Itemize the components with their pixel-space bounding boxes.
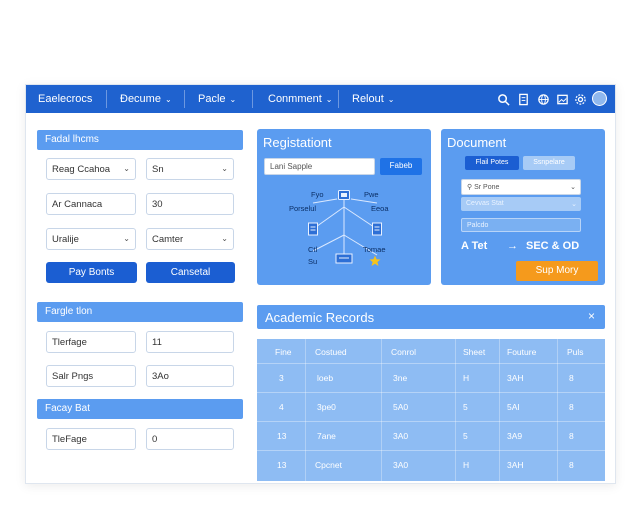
table-cell: 3A0 [393,460,409,470]
document-title: Document [447,135,507,150]
folder-icon [335,251,353,269]
diagram-label: Pwe [364,190,379,199]
nav-item-home[interactable]: Eaelecrocs [38,93,92,105]
computer-icon [337,189,351,208]
table-cell: 8 [569,402,574,412]
text-field[interactable]: Ar Cannaca [46,193,136,215]
chevron-down-icon: ⌄ [221,164,228,173]
chevron-down-icon: ⌄ [123,234,130,243]
table-cell: 7ane [317,431,336,441]
document-card: Document Flail Potes Ssnpelare ⚲ Sr Pone… [441,129,605,285]
nav-item-documents[interactable]: Ðecume ⌄ [120,93,172,105]
doc-select-field[interactable]: ⚲ Sr Pone ⌄ [461,179,581,195]
diagram-label: Eeoa [371,204,389,213]
table-cell: 3 [279,373,284,383]
table-cell: 5A0 [393,402,409,412]
tab-document-2[interactable]: Ssnpelare [523,156,575,170]
chevron-down-icon: ⌄ [570,184,576,191]
table-cell: Cpcnet [315,460,342,470]
table-cell: 4 [279,402,284,412]
column-header[interactable]: Sheet [463,347,485,357]
text-field[interactable]: 0 [146,428,234,450]
registration-card: Registationt Lani Sapple Fabeb Fyo Pwe P… [257,129,431,285]
text-field[interactable]: 11 [146,331,234,353]
table-cell: 5 [463,431,468,441]
chevron-down-icon: ⌄ [123,164,130,173]
records-table: Fine Costued Conrol Sheet Fouture Puls 3… [257,339,605,481]
app-window: Eaelecrocs Ðecume ⌄ Pacle ⌄ Conmment ⌄ Relo… [25,84,616,484]
column-header[interactable]: Costued [315,347,347,357]
select-field[interactable]: Uralije ⌄ [46,228,136,250]
table-cell: 5AI [507,402,520,412]
gear-icon[interactable] [573,92,587,106]
table-cell: 3A0 [393,431,409,441]
column-header[interactable]: Fine [275,347,292,357]
signup-button[interactable]: Sup Mory [516,261,598,281]
total-label: A Tet [461,240,488,252]
column-header[interactable]: Conrol [391,347,416,357]
document-icon [371,222,383,241]
column-header[interactable]: Fouture [507,347,536,357]
doc-option-row[interactable]: Cevvas Stat ⌄ [461,197,581,211]
star-icon [369,254,381,272]
text-field[interactable]: Salr Pngs [46,365,136,387]
nav-item-pages[interactable]: Pacle ⌄ [198,93,236,105]
pay-button[interactable]: Pay Bonts [46,262,137,283]
table-cell: 3pe0 [317,402,336,412]
section-header-2: Fargle tlon [37,302,243,322]
total-value: SEC & OD [526,240,580,252]
diagram-label: Porselul [289,204,317,213]
text-field[interactable]: 30 [146,193,234,215]
text-field[interactable]: Tlerfage [46,331,136,353]
table-cell: H [463,460,470,470]
records-title: Academic Records [265,310,375,325]
chevron-down-icon: ⌄ [571,201,577,208]
text-field[interactable]: TleFage [46,428,136,450]
document-icon [307,222,319,241]
table-cell: 5 [463,402,468,412]
table-cell: 13 [277,431,287,441]
text-field[interactable]: 3Ao [146,365,234,387]
section-header-1: Fadal lhcms [37,130,243,150]
table-cell: 8 [569,431,574,441]
diagram-label: Su [308,257,318,266]
column-header[interactable]: Puls [567,347,584,357]
table-cell: 8 [569,373,574,383]
tab-document-1[interactable]: Flail Potes [465,156,519,170]
chevron-down-icon: ⌄ [221,234,228,243]
table-cell: loeb [317,373,334,383]
chevron-down-icon: ⌄ [387,95,395,104]
table-cell: 3A9 [507,431,523,441]
globe-icon[interactable] [536,92,550,106]
table-cell: 3AH [507,460,524,470]
arrow-right-icon: → [507,240,518,252]
chevron-down-icon: ⌄ [229,95,237,104]
chevron-down-icon: ⌄ [325,95,333,104]
select-field[interactable]: Reag Ccahoa ⌄ [46,158,136,180]
table-cell: H [463,373,470,383]
table-cell: 8 [569,460,574,470]
table-cell: 3AH [507,373,524,383]
document-icon[interactable] [516,92,530,106]
section-header-3: Facay Bat [37,399,243,419]
chevron-down-icon: ⌄ [164,95,172,104]
doc-text-field[interactable]: Palcdo [461,218,581,232]
table-cell: 3ne [393,373,408,383]
cancel-button[interactable]: Cansetal [146,262,235,283]
avatar[interactable] [592,91,607,106]
diagram-label: Ctl [308,245,318,254]
table-cell: 13 [277,460,287,470]
image-icon[interactable] [555,92,569,106]
nav-item-reports[interactable]: Relout ⌄ [352,93,395,105]
search-icon[interactable] [496,92,510,106]
select-field[interactable]: Camter ⌄ [146,228,234,250]
select-field[interactable]: Sn ⌄ [146,158,234,180]
nav-item-comments[interactable]: Conmment ⌄ [268,93,333,105]
top-nav-bar: Eaelecrocs Ðecume ⌄ Pacle ⌄ Conmment ⌄ Relo… [26,85,615,113]
records-header: Academic Records × [257,305,605,329]
close-icon[interactable]: × [588,309,595,323]
diagram-label: Tomae [363,245,386,254]
diagram-label: Fyo [311,190,324,199]
